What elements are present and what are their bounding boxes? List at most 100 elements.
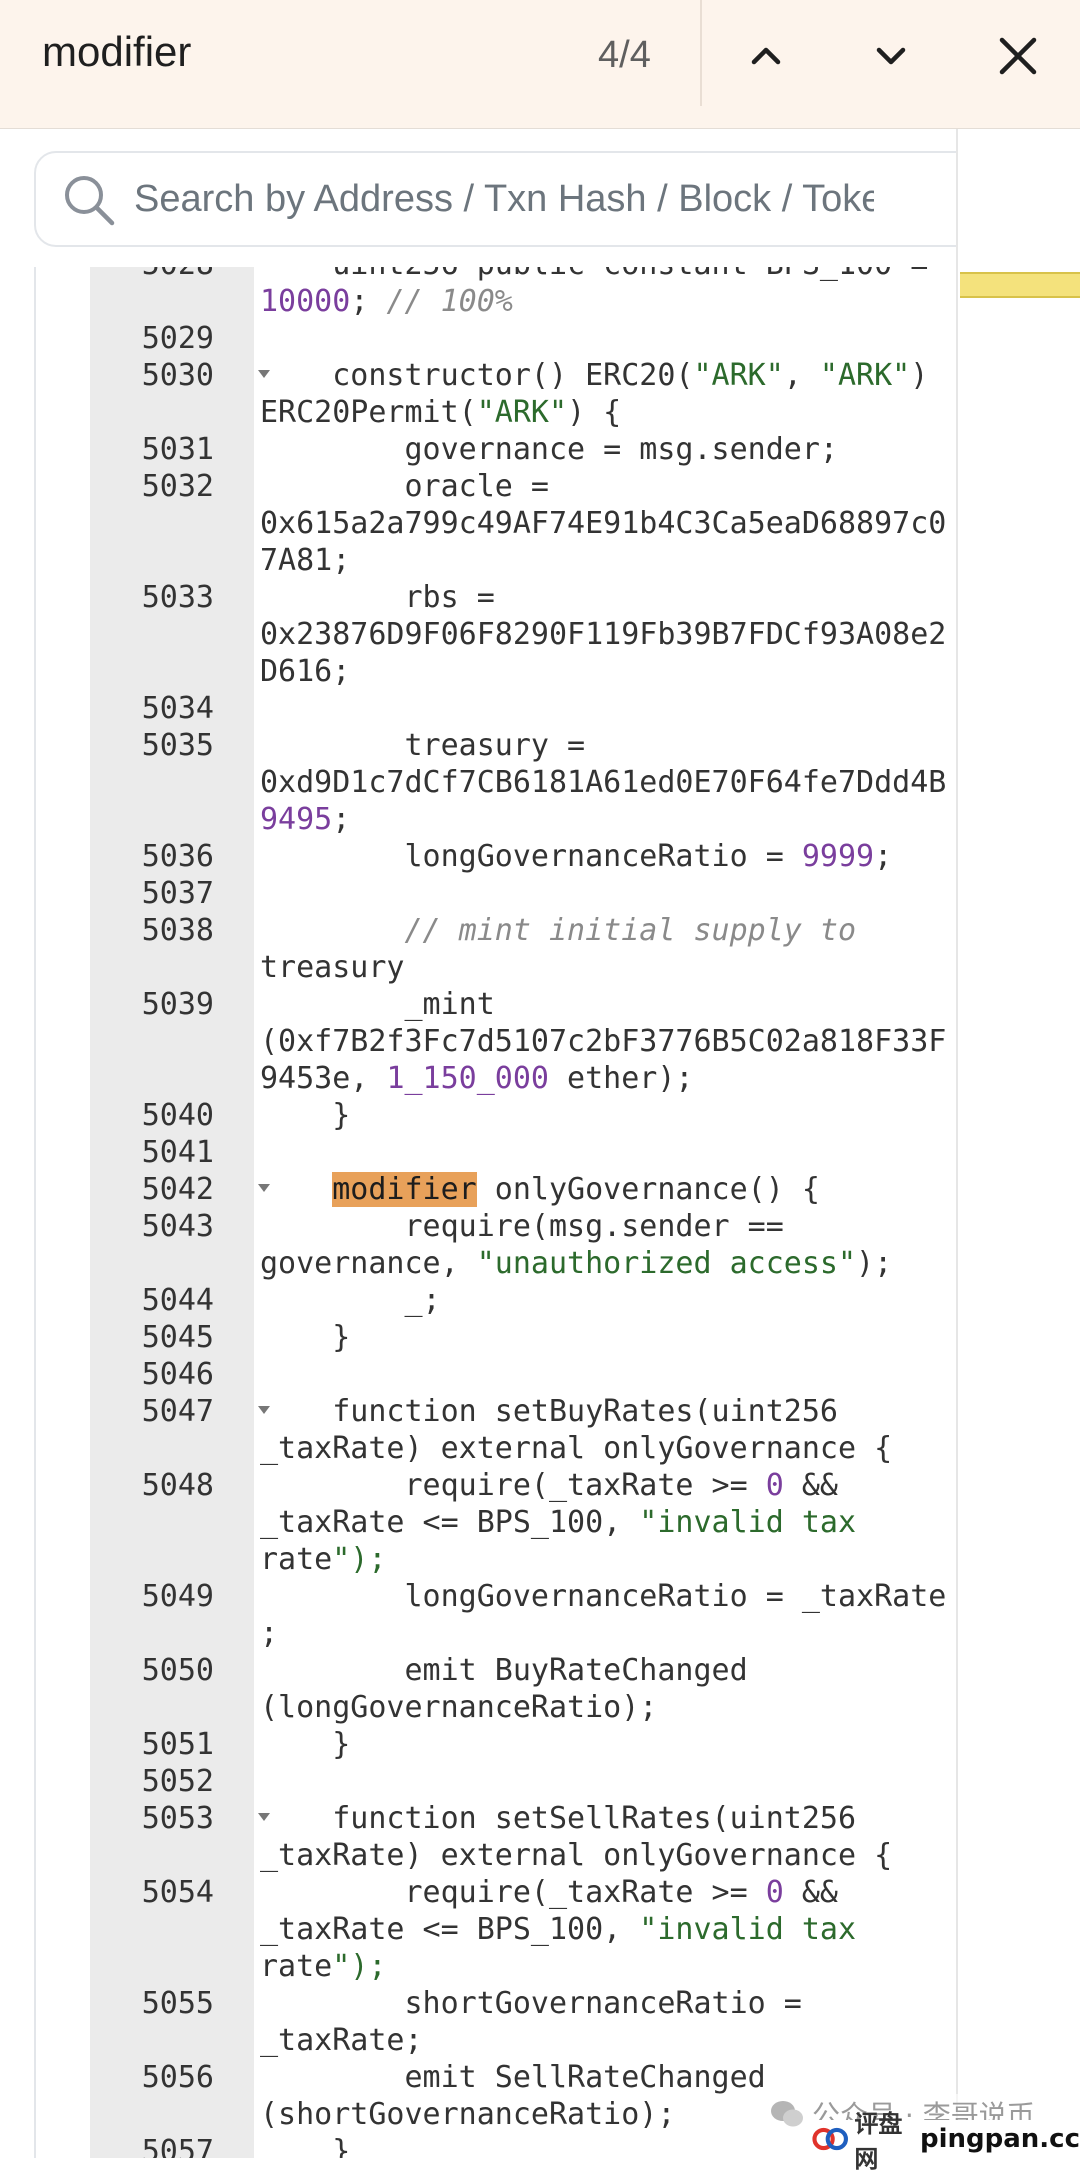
code-line: 0x615a2a799c49AF74E91b4C3Ca5eaD68897c0: [90, 505, 956, 542]
line-number: 5033: [141, 580, 214, 615]
code-line: _taxRate) external onlyGovernance {: [90, 1837, 956, 1874]
line-number: 5047: [141, 1394, 214, 1429]
line-text: // mint initial supply to: [404, 913, 857, 948]
site-search-input[interactable]: [132, 167, 876, 231]
code-line: 5054 require(_taxRate >= 0 &&: [90, 1874, 956, 1911]
line-number: 5031: [141, 432, 214, 467]
line-number: 5045: [141, 1320, 214, 1355]
code-line: 5055 shortGovernanceRatio =: [90, 1985, 956, 2022]
line-text: constructor() ERC20("ARK", "ARK"): [260, 358, 929, 393]
line-text: _mint: [260, 987, 495, 1022]
find-bar-divider: [700, 0, 702, 106]
code-line: 5050 emit BuyRateChanged: [90, 1652, 956, 1689]
line-number: 5055: [141, 1986, 214, 2021]
wechat-icon: [771, 2101, 803, 2127]
search-match-highlight: modifier: [332, 1172, 477, 1207]
line-text: [260, 1356, 956, 1393]
code-line: 5030 constructor() ERC20("ARK", "ARK"): [90, 357, 956, 394]
code-line: 9495;: [90, 801, 956, 838]
line-text: _taxRate;: [260, 2023, 423, 2058]
code-line: 5049 longGovernanceRatio = _taxRate: [90, 1578, 956, 1615]
line-text: ;: [260, 1616, 279, 1651]
code-line: _taxRate <= BPS_100, "invalid tax: [90, 1504, 956, 1541]
line-text: _taxRate) external onlyGovernance {: [260, 1431, 893, 1466]
contract-source-viewer[interactable]: 5028 uint256 public constant BPS_100 =10…: [34, 267, 956, 2158]
site-logo-icon: [812, 2127, 848, 2151]
code-line: 5032 oracle =: [90, 468, 956, 505]
line-number: 5040: [141, 1098, 214, 1133]
code-line: 5056 emit SellRateChanged: [90, 2059, 956, 2096]
watermark-site-en: pingpan.cc: [919, 2124, 1080, 2154]
site-watermark: 评盘网 pingpan.cc: [812, 2110, 1080, 2173]
line-text: function setSellRates(uint256: [260, 1801, 857, 1836]
line-text: longGovernanceRatio = 9999;: [260, 839, 893, 874]
scrollbar-match-marker[interactable]: [960, 272, 1080, 298]
page-right-column: [956, 129, 1080, 2158]
line-text: 0xd9D1c7dCf7CB6181A61ed0E70F64fe7Ddd4B: [260, 765, 947, 800]
line-text: [260, 320, 956, 357]
code-line: 5028 uint256 public constant BPS_100 =: [90, 267, 956, 283]
line-text: 9453e, 1_150_000 ether);: [260, 1061, 694, 1096]
line-number: 5049: [141, 1579, 214, 1614]
line-number: 5052: [141, 1764, 214, 1799]
code-line: 10000; // 100%: [90, 283, 956, 320]
code-line: ;: [90, 1615, 956, 1652]
line-number: 5056: [141, 2060, 214, 2095]
fold-toggle-icon[interactable]: [258, 1406, 270, 1414]
fold-toggle-icon[interactable]: [258, 1813, 270, 1821]
line-text: (longGovernanceRatio);: [260, 1690, 658, 1725]
line-text: _taxRate) external onlyGovernance {: [260, 1838, 893, 1873]
code-line: 5043 require(msg.sender ==: [90, 1208, 956, 1245]
line-text: 10000; // 100%: [260, 284, 513, 319]
code-line: 5031 governance = msg.sender;: [90, 431, 956, 468]
line-number: 5030: [141, 358, 214, 393]
find-previous-button[interactable]: [728, 18, 804, 94]
code-line: _taxRate <= BPS_100, "invalid tax: [90, 1911, 956, 1948]
code-line: _taxRate;: [90, 2022, 956, 2059]
line-text: [260, 1134, 956, 1171]
code-line: 0xd9D1c7dCf7CB6181A61ed0E70F64fe7Ddd4B: [90, 764, 956, 801]
line-number: 5041: [141, 1135, 214, 1170]
line-text: }: [260, 1320, 351, 1355]
code-line: 5036 longGovernanceRatio = 9999;: [90, 838, 956, 875]
line-number: 5054: [141, 1875, 214, 1910]
fold-toggle-icon[interactable]: [258, 1184, 270, 1192]
code-line: 5040 }: [90, 1097, 956, 1134]
line-number: 5035: [141, 728, 214, 763]
line-text: emit SellRateChanged: [260, 2060, 766, 2095]
site-search-area: [0, 129, 998, 267]
line-number: 5034: [141, 691, 214, 726]
watermark-site-cn: 评盘网: [854, 2110, 903, 2173]
code-line: 5051 }: [90, 1726, 956, 1763]
code-line: 5053 function setSellRates(uint256: [90, 1800, 956, 1837]
find-close-button[interactable]: [980, 18, 1056, 94]
line-text: D616;: [260, 654, 351, 689]
find-query-text[interactable]: modifier: [42, 28, 191, 76]
code-line: D616;: [90, 653, 956, 690]
line-text: 0x23876D9F06F8290F119Fb39B7FDCf93A08e2: [260, 617, 947, 652]
line-text: uint256 public constant BPS_100 =: [260, 267, 956, 283]
line-text: }: [260, 1727, 351, 1762]
line-text: [260, 875, 956, 912]
line-text: [260, 1763, 956, 1800]
code-line: 5042 modifier onlyGovernance() {: [90, 1171, 956, 1208]
line-text: oracle =: [260, 469, 550, 504]
line-number: 5053: [141, 1801, 214, 1836]
code-line: 5033 rbs =: [90, 579, 956, 616]
code-line: 5046: [90, 1356, 956, 1393]
site-search-box[interactable]: [34, 151, 998, 247]
code-line: 5029: [90, 320, 956, 357]
find-next-button[interactable]: [853, 18, 929, 94]
code-line: 5034: [90, 690, 956, 727]
fold-toggle-icon[interactable]: [258, 370, 270, 378]
line-text: _taxRate <= BPS_100, "invalid tax: [260, 1505, 857, 1540]
line-text: treasury =: [260, 728, 586, 763]
line-text: require(_taxRate >= 0 &&: [260, 1468, 838, 1503]
line-text: }: [260, 1098, 351, 1133]
code-line: 5048 require(_taxRate >= 0 &&: [90, 1467, 956, 1504]
line-text: _taxRate <= BPS_100, "invalid tax: [260, 1912, 857, 1947]
search-icon: [65, 176, 115, 226]
code-line: 5039 _mint: [90, 986, 956, 1023]
line-text: governance, "unauthorized access");: [260, 1246, 893, 1281]
line-text: rate");: [260, 1542, 387, 1577]
